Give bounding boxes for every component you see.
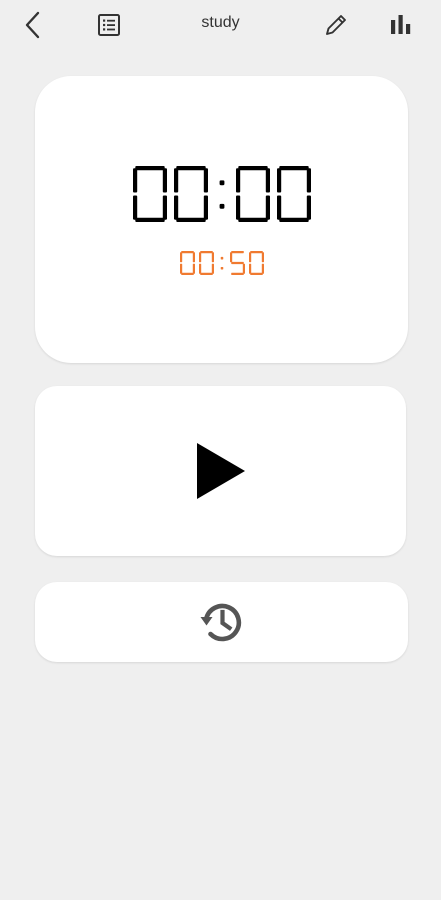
- digit-segment: [203, 195, 208, 220]
- colon-dot: [220, 267, 223, 270]
- digit-segment: [248, 252, 251, 263]
- digit-segment: [306, 195, 311, 220]
- digit-segment: [230, 272, 244, 275]
- play-icon: [196, 443, 245, 499]
- timer-card: 00:00 00:50: [35, 76, 408, 363]
- play-button[interactable]: [35, 386, 406, 556]
- digit-segment: [237, 166, 268, 171]
- digit-segment: [180, 272, 194, 275]
- digit-segment: [179, 263, 182, 274]
- statistics-button[interactable]: [381, 5, 421, 45]
- digit-segment: [211, 263, 214, 274]
- digit-segment: [276, 195, 281, 220]
- digit-segment: [248, 263, 251, 274]
- digit-segment: [175, 217, 206, 222]
- digit-segment: [211, 252, 214, 263]
- colon-dot: [219, 180, 224, 186]
- digit-segment: [179, 252, 182, 263]
- target-time-display: 00:50: [35, 248, 408, 278]
- digit-segment: [162, 168, 167, 193]
- digit-segment: [235, 195, 240, 220]
- history-button[interactable]: [35, 582, 408, 662]
- digit-segment: [261, 252, 264, 263]
- digit-segment: [278, 217, 309, 222]
- digit-segment: [132, 168, 137, 193]
- elapsed-time-display: 00:00: [35, 154, 408, 234]
- digit-segment: [306, 168, 311, 193]
- digit-segment: [235, 168, 240, 193]
- digit-segment: [229, 252, 232, 263]
- pencil-icon: [326, 15, 346, 35]
- digit-segment: [242, 263, 245, 274]
- digit-segment: [199, 272, 213, 275]
- digit-segment: [173, 168, 178, 193]
- digit-segment: [134, 217, 165, 222]
- digit-segment: [203, 168, 208, 193]
- digit-segment: [261, 263, 264, 274]
- digit-segment: [230, 251, 244, 254]
- play-card: [35, 386, 406, 556]
- bar-chart-icon: [391, 15, 411, 34]
- digit-segment: [265, 168, 270, 193]
- digit-segment: [237, 217, 268, 222]
- digit-segment: [199, 251, 213, 254]
- digit-segment: [162, 195, 167, 220]
- history-card: [35, 582, 408, 662]
- digit-segment: [134, 166, 165, 171]
- digit-segment: [276, 168, 281, 193]
- digit-segment: [265, 195, 270, 220]
- digit-segment: [230, 261, 244, 265]
- page-title: study: [201, 14, 240, 31]
- digit-segment: [132, 195, 137, 220]
- digit-segment: [192, 252, 195, 263]
- digit-segment: [198, 263, 201, 274]
- digit-segment: [192, 263, 195, 274]
- digit-segment: [173, 195, 178, 220]
- colon-dot: [220, 256, 223, 260]
- digit-segment: [249, 251, 263, 254]
- digit-segment: [175, 166, 206, 171]
- history-icon: [200, 603, 241, 642]
- colon-dot: [219, 203, 224, 209]
- digit-segment: [278, 166, 309, 171]
- edit-button[interactable]: [316, 5, 356, 45]
- digit-segment: [249, 272, 263, 275]
- digit-segment: [198, 252, 201, 263]
- digit-segment: [180, 251, 194, 254]
- top-bar: study: [0, 0, 441, 50]
